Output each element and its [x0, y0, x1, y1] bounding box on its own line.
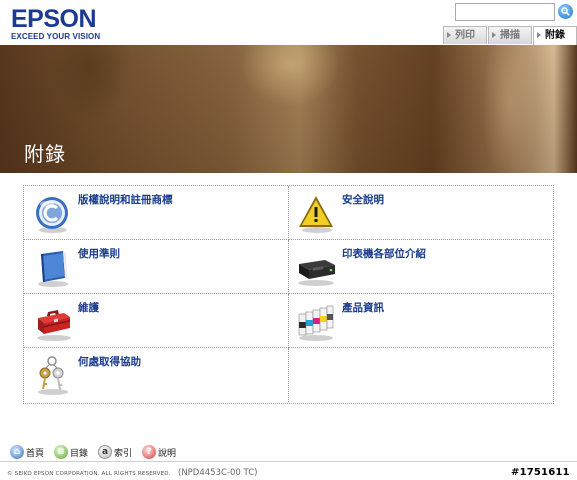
index-icon: a — [98, 445, 113, 459]
section-label[interactable]: 何處取得協助 — [78, 354, 141, 369]
section-printer-parts[interactable]: 印表機各部位介紹 — [289, 240, 554, 294]
section-usage-guidelines[interactable]: 使用準則 — [24, 240, 289, 294]
home-icon: ⌂ — [10, 445, 24, 459]
copyright-icon — [32, 192, 74, 234]
banner-shade — [0, 45, 577, 173]
copyright-text: © SEIKO EPSON CORPORATION. ALL RIGHTS RE… — [7, 471, 171, 477]
page-title: 附錄 — [24, 142, 66, 166]
section-label[interactable]: 產品資訊 — [342, 300, 384, 315]
empty-cell — [289, 348, 554, 402]
footer-label[interactable]: 說明 — [158, 446, 176, 459]
search-icon[interactable] — [558, 4, 573, 19]
section-maintenance[interactable]: 維護 — [24, 294, 289, 348]
search-input[interactable] — [455, 3, 555, 21]
footer-link-home[interactable]: ⌂ 首頁 — [10, 445, 44, 459]
banner: 附錄 — [0, 45, 577, 173]
footer-label[interactable]: 目錄 — [70, 446, 88, 459]
section-help[interactable]: 何處取得協助 — [24, 348, 289, 402]
logo-tagline: EXCEED YOUR VISION — [11, 32, 101, 41]
warning-icon — [295, 192, 337, 234]
section-copyright[interactable]: 版權說明和註冊商標 — [24, 186, 289, 240]
tab-print[interactable]: 列印 — [443, 26, 487, 44]
keys-icon — [32, 354, 74, 396]
index-glyph: a — [101, 447, 109, 457]
contents-icon: ≡ — [54, 445, 69, 459]
section-safety[interactable]: 安全說明 — [289, 186, 554, 240]
top-tabs: 列印 掃描 附錄 — [443, 26, 577, 45]
help-icon: ? — [142, 445, 157, 459]
footer-link-index[interactable]: a 索引 — [98, 445, 132, 459]
home-glyph: ⌂ — [13, 447, 21, 457]
footer-label[interactable]: 首頁 — [26, 446, 44, 459]
tab-scan[interactable]: 掃描 — [488, 26, 532, 44]
section-label[interactable]: 使用準則 — [78, 246, 120, 261]
section-label[interactable]: 版權說明和註冊商標 — [78, 192, 173, 207]
ink-cartridges-icon — [295, 300, 337, 342]
watermark-id: #1751611 — [511, 467, 570, 478]
footer-nav: ⌂ 首頁 ≡ 目錄 a 索引 ? 說明 — [10, 444, 186, 460]
footer-link-help[interactable]: ? 說明 — [142, 445, 176, 459]
section-label[interactable]: 維護 — [78, 300, 99, 315]
section-product-info[interactable]: 產品資訊 — [289, 294, 554, 348]
manual-book-icon — [32, 246, 74, 288]
footer-label[interactable]: 索引 — [114, 446, 132, 459]
footer-divider — [0, 461, 577, 462]
logo-text: EPSON — [11, 5, 97, 33]
help-glyph: ? — [146, 447, 152, 457]
contents-glyph: ≡ — [57, 447, 65, 457]
printer-icon — [295, 246, 337, 288]
section-label[interactable]: 安全說明 — [342, 192, 384, 207]
section-grid: 版權說明和註冊商標 安全說明 使用準則 印表機各部位介紹 維護 產品資訊 何處取… — [23, 185, 554, 404]
toolbox-icon — [32, 300, 74, 342]
document-code: (NPD4453C-00 TC) — [178, 468, 258, 478]
section-label[interactable]: 印表機各部位介紹 — [342, 246, 426, 261]
tab-appendix[interactable]: 附錄 — [533, 26, 577, 45]
footer-link-contents[interactable]: ≡ 目錄 — [54, 445, 88, 459]
epson-logo[interactable]: EPSON EXCEED YOUR VISION — [11, 5, 101, 42]
